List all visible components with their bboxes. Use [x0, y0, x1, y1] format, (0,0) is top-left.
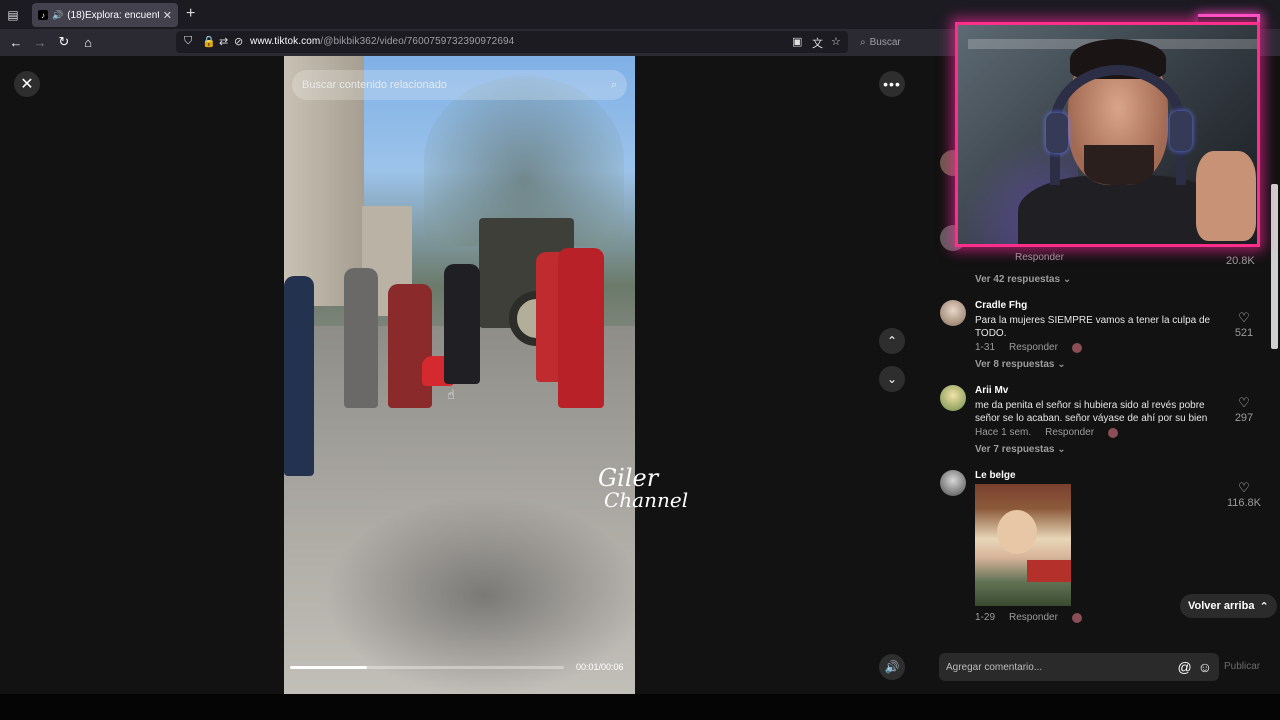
comment-text: Para la mujeres SIEMPRE vamos a tener la…	[975, 315, 1211, 339]
heart-icon[interactable]: ♡	[1224, 310, 1264, 326]
channel-watermark: Giler Channel	[598, 466, 688, 510]
headphone-ear	[1046, 113, 1068, 153]
search-icon[interactable]: ⌕	[611, 79, 617, 92]
video-person	[284, 276, 314, 476]
comment-username[interactable]: Le belge	[975, 470, 1223, 481]
sticker-table	[1027, 560, 1071, 582]
comment-input-placeholder: Agregar comentario...	[946, 661, 1043, 673]
gift-icon[interactable]	[1108, 427, 1119, 438]
speaker-icon[interactable]: 🔊	[52, 10, 63, 21]
webcam-frame-accent	[1198, 14, 1260, 22]
like-count: 521	[1234, 327, 1254, 339]
back-to-top-label: Volver arriba	[1188, 600, 1255, 612]
gift-icon[interactable]	[1071, 342, 1082, 353]
streamer-webcam	[955, 22, 1260, 247]
video-person	[444, 264, 480, 384]
video-person	[558, 248, 604, 408]
like-count: 116.8K	[1226, 497, 1262, 509]
view-replies-link[interactable]: Ver 7 respuestas ⌄	[975, 444, 1066, 455]
view-replies-link[interactable]: Ver 8 respuestas ⌄	[975, 359, 1066, 370]
gift-icon[interactable]	[1071, 612, 1082, 623]
close-video-button[interactable]: ✕	[14, 71, 40, 97]
emoji-icon[interactable]: ☺	[1198, 659, 1212, 675]
reply-link[interactable]: Responder	[1015, 252, 1064, 263]
previous-video-button[interactable]: ⌃	[879, 328, 905, 354]
bottom-bar	[0, 694, 1280, 720]
comment-date: 1-29	[975, 612, 996, 623]
next-video-button[interactable]: ⌄	[879, 366, 905, 392]
comment-sticker-image[interactable]	[975, 484, 1071, 606]
close-tab-icon[interactable]: ✕	[163, 9, 172, 22]
comment-username[interactable]: Arii Mv	[975, 385, 1223, 396]
like-button[interactable]: ♡ 521	[1224, 310, 1264, 339]
reply-link[interactable]: Responder	[1009, 342, 1058, 353]
mention-icon[interactable]: @	[1177, 659, 1191, 675]
browser-search-field[interactable]: ⌕ Buscar	[854, 31, 954, 53]
reply-link[interactable]: Responder	[1009, 612, 1058, 623]
related-search-field[interactable]: Buscar contenido relacionado ⌕	[292, 70, 627, 100]
lock-icon[interactable]: 🔒	[202, 35, 216, 48]
url-text: www.tiktok.com/@bikbik362/video/76007597…	[250, 36, 515, 47]
like-button[interactable]: ♡ 297	[1224, 395, 1264, 424]
comment-meta: 1-31 Responder	[975, 342, 1223, 353]
hand-cursor-icon: ☝	[447, 387, 455, 402]
video-person	[344, 268, 378, 408]
reload-icon[interactable]: ↻	[56, 34, 72, 50]
video-person	[388, 284, 432, 408]
tab-list-icon[interactable]: ▤	[0, 0, 26, 29]
more-options-button[interactable]: •••	[879, 71, 905, 97]
heart-icon[interactable]: ♡	[1224, 395, 1264, 411]
comment-date: Hace 1 sem.	[975, 427, 1032, 438]
double-chevron-up-icon: ⌃	[1259, 600, 1269, 613]
home-icon[interactable]: ⌂	[80, 34, 96, 50]
tab-title: (18)Explora: encuentra tus	[67, 9, 159, 21]
avatar[interactable]	[940, 300, 966, 326]
comment-date: 1-31	[975, 342, 996, 353]
video-progress-fill	[290, 666, 367, 669]
translate-icon[interactable]: 文	[812, 35, 823, 51]
address-bar[interactable]: ⛉ 🔒 ⇄ ⊘ www.tiktok.com/@bikbik362/video/…	[176, 31, 848, 53]
like-count: 297	[1234, 412, 1254, 424]
comment-meta: Hace 1 sem. Responder	[975, 427, 1223, 438]
like-count: 20.8K	[1226, 255, 1255, 267]
new-tab-icon[interactable]: +	[186, 5, 195, 23]
back-arrow-icon[interactable]: ←	[8, 34, 24, 50]
sticker-face	[997, 510, 1037, 554]
view-replies-link[interactable]: Ver 42 respuestas ⌄	[975, 274, 1071, 285]
heart-icon[interactable]: ♡	[1224, 480, 1264, 496]
reply-link[interactable]: Responder	[1045, 427, 1094, 438]
publish-button[interactable]: Publicar	[1224, 661, 1260, 672]
search-icon: ⌕	[860, 36, 866, 48]
like-button[interactable]: ♡ 116.8K	[1224, 480, 1264, 509]
headphones-icon	[1050, 65, 1186, 185]
autoplay-blocked-icon[interactable]: ⊘	[234, 35, 243, 48]
comment-text: me da penita el señor si hubiera sido al…	[975, 400, 1208, 424]
headphone-ear	[1170, 111, 1192, 151]
watermark-line2: Channel	[604, 488, 689, 512]
forward-arrow-icon[interactable]: →	[32, 34, 48, 50]
video-time: 00:01/00:06	[576, 662, 624, 672]
shield-icon[interactable]: ⛉	[184, 35, 192, 48]
watermark-line1: Giler	[598, 464, 659, 492]
video-player[interactable]: Buscar contenido relacionado ⌕ ☝ 00:01/0…	[284, 56, 635, 694]
video-progress-bar[interactable]	[290, 666, 564, 669]
avatar[interactable]	[940, 470, 966, 496]
volume-button[interactable]: 🔊	[879, 654, 905, 680]
permissions-icon[interactable]: ⇄	[219, 35, 228, 48]
comment-body: Arii Mv me da penita el señor si hubiera…	[975, 385, 1223, 438]
reader-view-icon[interactable]: ▣	[792, 35, 802, 48]
browser-tab[interactable]: ♪ 🔊 (18)Explora: encuentra tus ✕	[32, 3, 178, 27]
browser-search-placeholder: Buscar	[869, 36, 901, 48]
bookmark-star-icon[interactable]: ☆	[831, 35, 841, 48]
tiktok-icon: ♪	[38, 10, 48, 20]
comment-body: Cradle Fhg Para la mujeres SIEMPRE vamos…	[975, 300, 1223, 353]
comment-input[interactable]: Agregar comentario... @ ☺	[939, 653, 1219, 681]
comment-username[interactable]: Cradle Fhg	[975, 300, 1223, 311]
webcam-hand	[1196, 151, 1256, 241]
back-to-top-button[interactable]: Volver arriba ⌃	[1180, 594, 1277, 618]
avatar[interactable]	[940, 385, 966, 411]
scrollbar-thumb[interactable]	[1271, 184, 1278, 349]
related-search-placeholder: Buscar contenido relacionado	[302, 79, 447, 91]
